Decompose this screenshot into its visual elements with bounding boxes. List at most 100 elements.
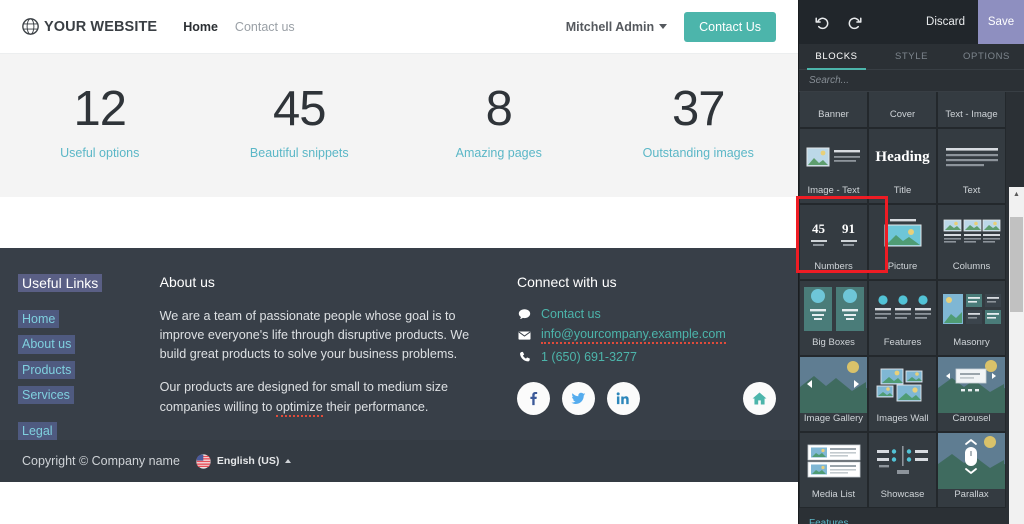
media-list-thumb <box>800 433 867 489</box>
stat-item: 45 Beautiful snippets <box>200 82 400 160</box>
image-gallery-thumb <box>800 357 867 413</box>
footer-link-about-us[interactable]: About us <box>18 335 76 354</box>
tab-blocks[interactable]: BLOCKS <box>799 44 874 70</box>
stat-label: Beautiful snippets <box>249 145 349 160</box>
block-text[interactable]: Text <box>937 128 1006 204</box>
tab-options[interactable]: OPTIONS <box>949 44 1024 69</box>
columns-thumb <box>938 205 1005 261</box>
footer-link-services[interactable]: Services <box>18 385 74 405</box>
block-parallax[interactable]: Parallax <box>937 432 1006 508</box>
block-text-image[interactable]: Text - Image <box>937 92 1006 128</box>
block-image-text[interactable]: Image - Text <box>799 128 868 204</box>
white-spacer <box>0 197 798 248</box>
search-placeholder: Search... <box>809 75 850 86</box>
contact-link-phone[interactable]: 1 (650) 691-3277 <box>541 350 637 364</box>
picture-thumb <box>869 205 936 261</box>
twitter-button[interactable] <box>562 382 595 415</box>
list-item: Contact us <box>517 307 776 321</box>
footer-link-products[interactable]: Products <box>18 360 76 379</box>
home-icon <box>752 391 767 406</box>
nav-item-home[interactable]: Home <box>183 20 218 34</box>
user-menu[interactable]: Mitchell Admin <box>566 20 668 34</box>
list-item: About us <box>18 334 160 355</box>
website-preview: YOUR WEBSITE Home Contact us Mitchell Ad… <box>0 0 798 524</box>
footer-link-legal[interactable]: Legal <box>18 421 57 440</box>
block-features[interactable]: Features <box>868 280 937 356</box>
block-image-gallery[interactable]: Image Gallery <box>799 356 868 432</box>
site-header: YOUR WEBSITE Home Contact us Mitchell Ad… <box>0 0 798 54</box>
block-numbers[interactable]: 45 91 Numbers <box>799 204 868 280</box>
tab-style[interactable]: STYLE <box>874 44 949 69</box>
envelope-icon <box>517 329 532 342</box>
useful-links-title: Useful Links <box>18 274 103 292</box>
block-label: Image - Text <box>807 185 860 196</box>
block-cover[interactable]: Cover <box>868 92 937 128</box>
blocks-section-label: Features <box>809 518 849 524</box>
scrollbar-thumb[interactable] <box>1010 217 1023 312</box>
block-big-boxes[interactable]: Big Boxes <box>799 280 868 356</box>
features-thumb <box>869 281 936 337</box>
block-label: Title <box>893 185 912 196</box>
block-columns[interactable]: Columns <box>937 204 1006 280</box>
save-button[interactable]: Save <box>978 0 1024 44</box>
language-selector[interactable]: English (US) <box>196 453 292 469</box>
list-item: Services <box>18 385 160 406</box>
redo-icon[interactable] <box>841 9 867 35</box>
stat-label: Amazing pages <box>455 145 542 160</box>
connect-title: Connect with us <box>517 274 617 290</box>
about-us-title: About us <box>159 274 215 290</box>
block-label: Banner <box>818 109 849 120</box>
undo-icon[interactable] <box>809 9 835 35</box>
home-button[interactable] <box>743 382 776 415</box>
phone-icon <box>517 351 532 364</box>
globe-icon <box>22 18 39 35</box>
site-brand[interactable]: YOUR WEBSITE <box>22 18 157 35</box>
contact-link-contact-us[interactable]: Contact us <box>541 307 601 321</box>
images-wall-thumb <box>869 357 936 413</box>
block-picture[interactable]: Picture <box>868 204 937 280</box>
block-label: Picture <box>887 261 918 272</box>
block-label: Numbers <box>814 261 853 272</box>
list-item: Products <box>18 360 160 381</box>
linkedin-button[interactable] <box>607 382 640 415</box>
site-footer: Useful Links Home About us Products Serv… <box>0 248 798 482</box>
copyright-bar: Copyright © Company name English (US) <box>0 440 798 482</box>
linkedin-icon <box>616 391 631 406</box>
list-item: info@yourcompany.example.com <box>517 327 776 344</box>
footer-link-home[interactable]: Home <box>18 310 60 329</box>
about-p2-misspelled-word: optimize <box>275 399 323 417</box>
block-label: Parallax <box>954 489 989 500</box>
facebook-button[interactable] <box>517 382 550 415</box>
heading-thumb: Heading <box>869 129 936 185</box>
numbers-thumb-value: 91 <box>842 220 855 236</box>
about-p2-post: their performance. <box>322 399 429 414</box>
nav-item-contact-us[interactable]: Contact us <box>235 20 295 34</box>
chevron-up-icon <box>285 459 292 463</box>
block-masonry[interactable]: Masonry <box>937 280 1006 356</box>
about-paragraph-1: We are a team of passionate people whose… <box>159 309 470 362</box>
contact-link-email[interactable]: info@yourcompany.example.com <box>541 327 726 344</box>
image-text-thumb <box>800 129 867 185</box>
block-banner[interactable]: Banner <box>799 92 868 128</box>
block-media-list[interactable]: Media List <box>799 432 868 508</box>
block-label: Media List <box>811 489 856 500</box>
list-item: Home <box>18 309 160 330</box>
editor-sidebar: Discard Save BLOCKS STYLE OPTIONS Search… <box>798 0 1024 524</box>
scroll-up-arrow-icon[interactable]: ▲ <box>1009 187 1024 202</box>
brand-name: YOUR WEBSITE <box>44 18 158 35</box>
discard-button[interactable]: Discard <box>913 16 978 28</box>
comment-icon <box>517 308 532 321</box>
sidebar-scrollbar[interactable]: ▲ ▼ <box>1009 187 1024 524</box>
block-carousel[interactable]: Carousel <box>937 356 1006 432</box>
contact-us-button[interactable]: Contact Us <box>684 11 776 42</box>
list-item: 1 (650) 691-3277 <box>517 350 776 364</box>
block-images-wall[interactable]: Images Wall <box>868 356 937 432</box>
numbers-thumb: 45 91 <box>800 205 867 261</box>
block-label: Text - Image <box>945 109 998 120</box>
block-showcase[interactable]: Showcase <box>868 432 937 508</box>
block-label: Masonry <box>953 337 990 348</box>
blocks-panel: Banner Cover Text - Image Image - Text H… <box>799 92 1024 524</box>
block-label: Cover <box>889 109 916 120</box>
search-field[interactable]: Search... <box>799 70 1024 92</box>
block-title[interactable]: Heading Title <box>868 128 937 204</box>
